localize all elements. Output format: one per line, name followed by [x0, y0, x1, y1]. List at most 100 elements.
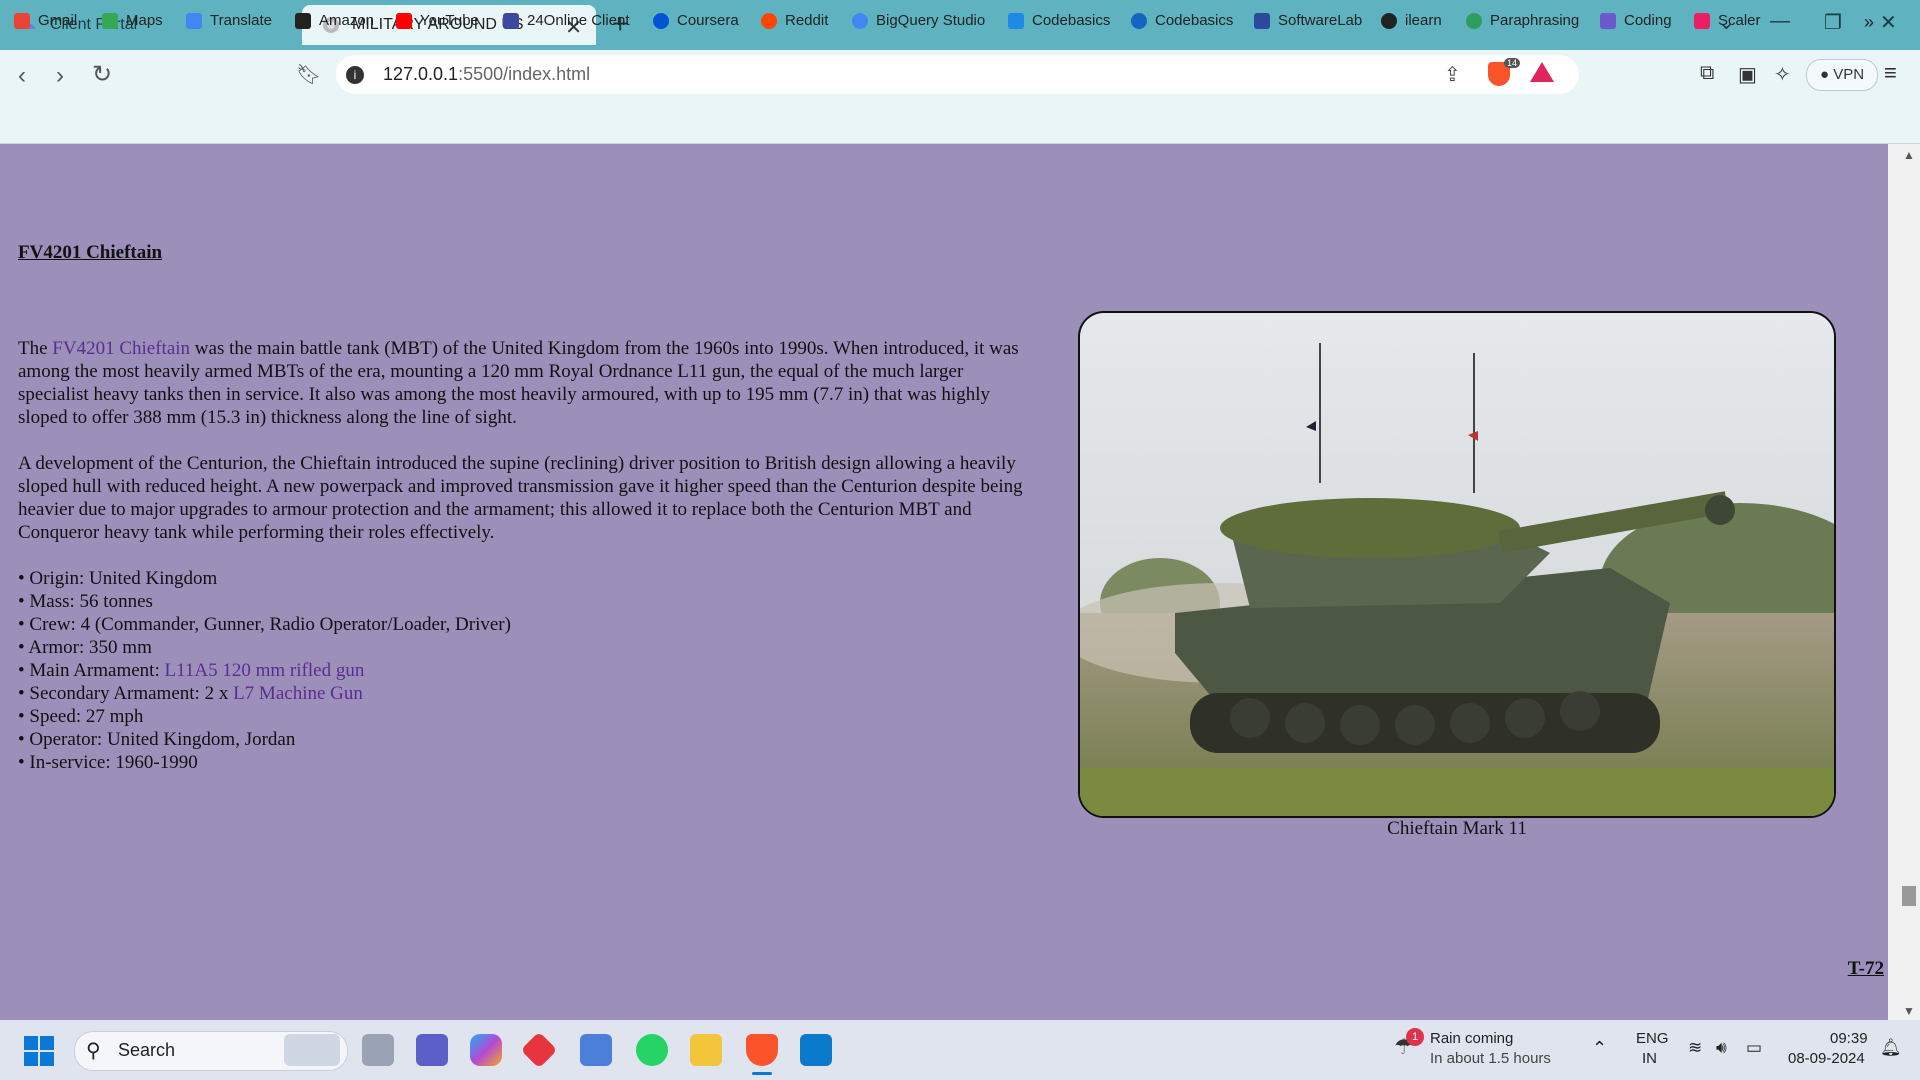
- restore-icon[interactable]: ❐: [1824, 10, 1842, 35]
- wifi-icon[interactable]: ≋: [1688, 1038, 1702, 1058]
- weather-subtitle[interactable]: In about 1.5 hours: [1430, 1050, 1551, 1067]
- bookmark-translate[interactable]: Translate: [186, 12, 272, 29]
- vscode-icon[interactable]: [800, 1034, 832, 1066]
- bookmark-bigquery[interactable]: BigQuery Studio: [852, 12, 985, 29]
- battery-icon[interactable]: ▭: [1746, 1038, 1762, 1058]
- bookmark-paraphrasing[interactable]: Paraphrasing: [1466, 12, 1579, 29]
- teams-icon[interactable]: [416, 1034, 448, 1066]
- vpn-label: VPN: [1833, 66, 1865, 83]
- reload-icon[interactable]: ↻: [92, 60, 112, 89]
- whatsapp-icon[interactable]: [636, 1034, 668, 1066]
- bookmark-maps[interactable]: Maps: [102, 12, 163, 29]
- coding-icon: [1600, 12, 1616, 29]
- bookmark-label: Codebasics: [1032, 12, 1111, 29]
- intro-paragraph: The FV4201 Chieftain was the main battle…: [18, 337, 1028, 429]
- coursera-icon: [653, 12, 669, 29]
- extensions-icon[interactable]: ⧉: [1700, 62, 1714, 85]
- copilot-icon[interactable]: [470, 1034, 502, 1066]
- bookmark-label: 24Online Client: [527, 12, 630, 29]
- codebasics-icon: [1131, 12, 1147, 29]
- notification-bell-icon[interactable]: 🔔︎: [1880, 1038, 1902, 1058]
- bookmark-codebasics-2[interactable]: Codebasics: [1131, 12, 1233, 29]
- bookmark-scaler[interactable]: Scaler: [1694, 12, 1761, 29]
- language-bottom[interactable]: IN: [1642, 1050, 1657, 1067]
- bookmark-label: Reddit: [785, 12, 829, 29]
- spec-list: • Origin: United Kingdom • Mass: 56 tonn…: [18, 567, 1028, 774]
- windows-start-icon[interactable]: [24, 1036, 54, 1066]
- search-placeholder: Search: [118, 1040, 176, 1060]
- intro-prefix: The: [18, 338, 53, 359]
- tank-description: The FV4201 Chieftain was the main battle…: [18, 337, 1028, 774]
- page-heading[interactable]: FV4201 Chieftain: [18, 242, 162, 264]
- maps-icon: [102, 12, 118, 29]
- bookmark-coursera[interactable]: Coursera: [653, 12, 739, 29]
- bookmark-label: BigQuery Studio: [876, 12, 986, 29]
- 24online-icon: [503, 12, 519, 29]
- page-content: FV4201 Chieftain The FV4201 Chieftain wa…: [0, 144, 1888, 1020]
- forward-icon[interactable]: ›: [56, 62, 64, 90]
- more-bookmarks-icon[interactable]: »: [1864, 12, 1874, 33]
- bigquery-icon: [852, 12, 868, 29]
- scroll-up-icon[interactable]: ▲: [1903, 148, 1915, 162]
- rocket-icon: [1008, 12, 1024, 29]
- spec-main-armament: • Main Armament: L11A5 120 mm rifled gun: [18, 659, 1028, 682]
- spec-secondary-armament: • Secondary Armament: 2 x L7 Machine Gun: [18, 682, 1028, 705]
- bookmarks-bar: [0, 100, 1920, 144]
- spec-in-service: • In-service: 1960-1990: [18, 752, 198, 773]
- url-text[interactable]: 127.0.0.1:5500/index.html: [383, 64, 590, 85]
- gmail-icon: [14, 12, 30, 29]
- next-tank-link[interactable]: T-72: [1848, 958, 1884, 980]
- secondary-armament-label: • Secondary Armament: 2 x: [18, 683, 234, 704]
- secondary-armament-link[interactable]: L7 Machine Gun: [233, 683, 363, 704]
- scroll-down-icon[interactable]: ▼: [1903, 1004, 1915, 1018]
- bookmark-reddit[interactable]: Reddit: [761, 12, 828, 29]
- search-icon: ⚲: [86, 1040, 101, 1062]
- show-hidden-icons-chevron-icon[interactable]: ⌃: [1592, 1038, 1607, 1059]
- ilearn-icon: [1381, 12, 1397, 29]
- amazon-icon: [295, 12, 311, 29]
- minimize-icon[interactable]: —: [1770, 10, 1790, 33]
- back-icon[interactable]: ‹: [18, 62, 26, 90]
- bookmark-gmail[interactable]: Gmail: [14, 12, 77, 29]
- leo-ai-icon[interactable]: ✧: [1774, 62, 1791, 87]
- tank-name-link[interactable]: FV4201 Chieftain: [52, 338, 190, 359]
- bookmark-24online[interactable]: 24Online Client: [503, 12, 630, 29]
- brave-rewards-icon[interactable]: [1530, 62, 1554, 82]
- bookmark-label: SoftwareLab: [1278, 12, 1363, 29]
- wallet-icon[interactable]: ▣: [1738, 62, 1757, 87]
- bookmark-coding[interactable]: Coding: [1600, 12, 1672, 29]
- clock-time[interactable]: 09:39: [1830, 1030, 1868, 1047]
- vpn-button[interactable]: ● VPN: [1806, 59, 1878, 91]
- bookmark-amazon[interactable]: Amazon: [295, 12, 374, 29]
- volume-icon[interactable]: 🔊︎: [1716, 1038, 1727, 1058]
- task-view-icon[interactable]: [362, 1034, 394, 1066]
- shield-count-badge: 14: [1504, 58, 1521, 68]
- close-window-icon[interactable]: ✕: [1880, 10, 1897, 35]
- bookmark-softwarelab[interactable]: SoftwareLab: [1254, 12, 1362, 29]
- microsoft-store-icon[interactable]: [580, 1034, 612, 1066]
- bookmark-icon[interactable]: 🔖︎: [296, 62, 321, 87]
- translate-icon: [186, 12, 202, 29]
- url-host: 127.0.0.1: [383, 64, 459, 84]
- brave-browser-icon[interactable]: [746, 1034, 778, 1066]
- weather-title[interactable]: Rain coming: [1430, 1030, 1513, 1047]
- spec-armor: • Armor: 350 mm: [18, 637, 152, 658]
- share-icon[interactable]: ⇪: [1444, 62, 1461, 87]
- language-top[interactable]: ENG: [1636, 1030, 1669, 1047]
- bookmark-label: ilearn: [1405, 12, 1442, 29]
- active-app-indicator: [752, 1072, 772, 1075]
- bookmark-ilearn[interactable]: ilearn: [1381, 12, 1442, 29]
- bookmark-label: YouTube: [420, 12, 479, 29]
- site-info-icon[interactable]: i: [346, 66, 364, 84]
- clock-date[interactable]: 08-09-2024: [1788, 1050, 1865, 1067]
- bookmark-codebasics-1[interactable]: Codebasics: [1008, 12, 1110, 29]
- bookmark-youtube[interactable]: YouTube: [396, 12, 479, 29]
- menu-icon[interactable]: ≡: [1884, 60, 1897, 86]
- bookmark-label: Coursera: [677, 12, 739, 29]
- main-armament-link[interactable]: L11A5 120 mm rifled gun: [165, 660, 365, 681]
- scrollbar-thumb[interactable]: [1902, 886, 1916, 906]
- bookmark-label: Amazon: [319, 12, 375, 29]
- file-explorer-icon[interactable]: [690, 1034, 722, 1066]
- bookmark-label: Codebasics: [1155, 12, 1234, 29]
- search-highlight-image: [284, 1034, 340, 1066]
